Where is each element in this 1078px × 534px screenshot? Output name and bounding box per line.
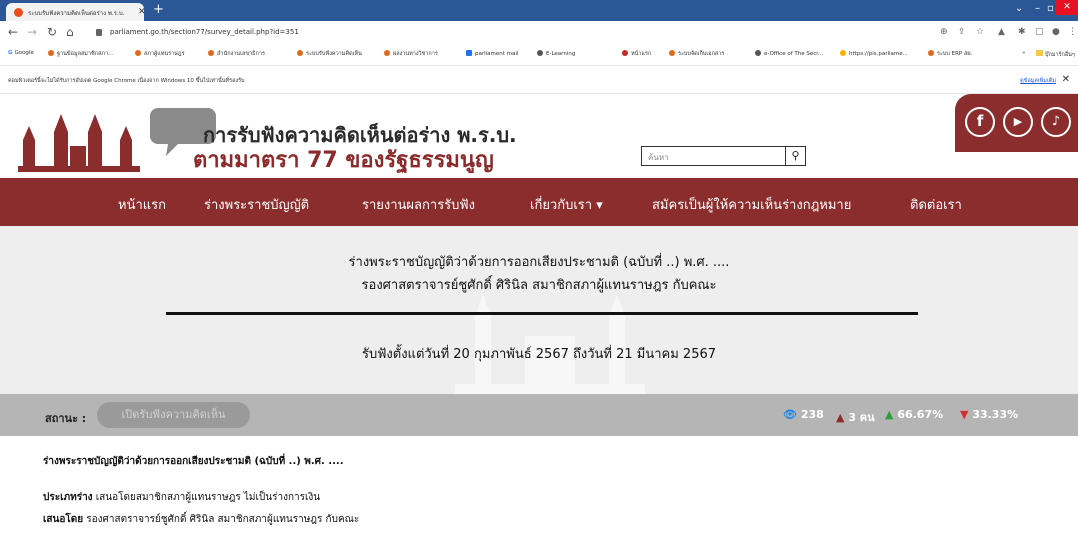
bookmark-item[interactable]: ระบบ ERP สผ.: [928, 50, 972, 58]
update-infobar: คอมพิวเตอร์นี้จะไม่ได้รับการอัปเดต Googl…: [0, 66, 1078, 94]
tab-search-chevron-icon[interactable]: ⌄: [1015, 3, 1023, 14]
back-icon[interactable]: ←: [8, 25, 18, 39]
infobar-text: คอมพิวเตอร์นี้จะไม่ได้รับการอัปเดต Googl…: [8, 78, 245, 84]
bookmark-item[interactable]: E-Learning: [537, 50, 575, 57]
profile-icon[interactable]: ●: [1052, 27, 1060, 37]
site-favicon-icon: [14, 8, 23, 17]
views-stat: 👁 238: [783, 408, 824, 421]
eye-icon: 👁: [783, 408, 797, 421]
lock-icon: [96, 29, 102, 36]
menu-icon[interactable]: ⋮: [1068, 27, 1077, 37]
search-icon: ⚲: [791, 149, 800, 162]
bookmark-item[interactable]: สภาผู้แทนราษฎร: [135, 50, 185, 58]
person-icon: ▲: [836, 411, 845, 424]
bookmarks-bar: G Google ฐานข้อมูลสมาชิกสภา... สภาผู้แทน…: [0, 44, 1078, 66]
thumbs-down-icon: ▼: [960, 408, 969, 421]
bookmark-item[interactable]: ฐานข้อมูลสมาชิกสภา...: [48, 50, 113, 58]
nav-reports[interactable]: รายงานผลการรับฟัง: [362, 194, 475, 215]
nav-bills[interactable]: ร่างพระราชบัญญัติ: [204, 194, 309, 215]
bookmark-item[interactable]: สำนักงานเลขาธิการ: [208, 50, 265, 58]
new-tab-icon[interactable]: +: [153, 2, 164, 17]
bookmark-item[interactable]: ระบบจัดเก็บเอกสาร: [669, 50, 724, 58]
dislike-stat[interactable]: ▼ 33.33%: [960, 408, 1018, 421]
social-panel: f ▶ ♪: [955, 94, 1078, 152]
hero-dates: รับฟังตั้งแต่วันที่ 20 กุมภาพันธ์ 2567 ถ…: [361, 347, 717, 362]
nav-about[interactable]: เกี่ยวกับเรา ▾: [530, 194, 603, 215]
facebook-icon[interactable]: f: [965, 107, 995, 137]
hero-proposer: รองศาสตราจารย์ชูศักดิ์ ศิรินิล สมาชิกสภา…: [361, 278, 717, 293]
share-icon[interactable]: ⇪: [958, 27, 966, 37]
sidepanel-icon[interactable]: ▢: [1035, 27, 1044, 37]
extension-icon[interactable]: ▲: [998, 27, 1005, 37]
bookmark-item[interactable]: e-Office of The Secr...: [755, 50, 823, 57]
people-stat: ▲ 3 คน: [836, 411, 875, 424]
window-close-icon[interactable]: ✕: [1056, 0, 1078, 15]
minimize-icon[interactable]: –: [1035, 3, 1040, 14]
reload-icon[interactable]: ↻: [47, 25, 57, 39]
tab-close-icon[interactable]: ✕: [138, 7, 144, 17]
bill-type: ประเภทร่าง เสนอโดยสมาชิกสภาผู้แทนราษฎร ไ…: [43, 492, 321, 503]
nav-register[interactable]: สมัครเป็นผู้ให้ความเห็นร่างกฎหมาย: [652, 194, 851, 215]
star-icon[interactable]: ☆: [976, 27, 984, 37]
url-text[interactable]: parliament.go.th/section77/survey_detail…: [110, 28, 299, 36]
bookmark-item[interactable]: ระบบรับฟังความคิดเห็น: [297, 50, 362, 58]
thumbs-up-icon: ▲: [885, 408, 894, 421]
bookmark-item[interactable]: หน้าแรก: [622, 50, 651, 58]
search-input[interactable]: ค้นหา: [641, 146, 786, 166]
hero-divider: [166, 312, 918, 315]
bookmarks-more[interactable]: »: [1022, 50, 1025, 56]
status-badge: เปิดรับฟังความคิดเห็น: [97, 402, 250, 428]
hero-bill-title: ร่างพระราชบัญญัติว่าด้วยการออกเสียงประชา…: [348, 255, 730, 270]
infobar-learn-more-link[interactable]: ดูข้อมูลเพิ่มเติม: [1020, 77, 1056, 85]
address-bar: ← → ↻ ⌂ parliament.go.th/section77/surve…: [0, 21, 1078, 44]
bill-details: ร่างพระราชบัญญัติว่าด้วยการออกเสียงประชา…: [0, 436, 1078, 534]
nav-contact[interactable]: ติดต่อเรา: [910, 194, 962, 215]
browser-tab-bar: ระบบรับฟังความคิดเห็นต่อร่าง พ.ร.บ. ✕ + …: [0, 0, 1078, 21]
status-label: สถานะ :: [45, 412, 87, 425]
youtube-icon[interactable]: ▶: [1003, 107, 1033, 137]
bookmark-item[interactable]: https://pis.parliame...: [840, 50, 908, 57]
search-button[interactable]: ⚲: [786, 146, 806, 166]
democracy-monument-logo-icon: [18, 108, 216, 172]
tab-title: ระบบรับฟังความคิดเห็นต่อร่าง พ.ร.บ.: [28, 10, 125, 17]
bill-proposer: เสนอโดย รองศาสตราจารย์ชูศักดิ์ ศิรินิล ส…: [43, 514, 360, 525]
extensions-puzzle-icon[interactable]: ✱: [1018, 27, 1026, 37]
main-nav: หน้าแรก ร่างพระราชบัญญัติ รายงานผลการรับ…: [0, 178, 1078, 226]
like-stat[interactable]: ▲ 66.67%: [885, 408, 943, 421]
bookmarks-folder[interactable]: บุ๊กมาร์กอื่นๆ: [1036, 50, 1078, 59]
maximize-icon[interactable]: ▫: [1047, 3, 1054, 14]
forward-icon[interactable]: →: [27, 25, 37, 39]
infobar-close-icon[interactable]: ✕: [1062, 74, 1070, 85]
nav-home[interactable]: หน้าแรก: [118, 194, 166, 215]
site-subtitle: ตามมาตรา 77 ของรัฐธรรมนูญ: [193, 148, 494, 173]
tiktok-icon[interactable]: ♪: [1041, 107, 1071, 137]
bill-title: ร่างพระราชบัญญัติว่าด้วยการออกเสียงประชา…: [43, 456, 344, 467]
bookmark-item[interactable]: parliament mail: [466, 50, 518, 57]
zoom-icon[interactable]: ⊕: [940, 27, 948, 37]
status-bar: สถานะ : เปิดรับฟังความคิดเห็น 👁 238 ▲ 3 …: [0, 394, 1078, 436]
bill-hero: ร่างพระราชบัญญัติว่าด้วยการออกเสียงประชา…: [0, 226, 1078, 394]
bookmark-item[interactable]: ผลงานทางวิชาการ: [384, 50, 438, 58]
browser-tab[interactable]: ระบบรับฟังความคิดเห็นต่อร่าง พ.ร.บ. ✕: [6, 3, 144, 21]
home-icon[interactable]: ⌂: [66, 25, 74, 39]
bookmark-item[interactable]: G Google: [8, 50, 34, 56]
site-header: การรับฟังความคิดเห็นต่อร่าง พ.ร.บ. ตามมา…: [0, 94, 1078, 178]
